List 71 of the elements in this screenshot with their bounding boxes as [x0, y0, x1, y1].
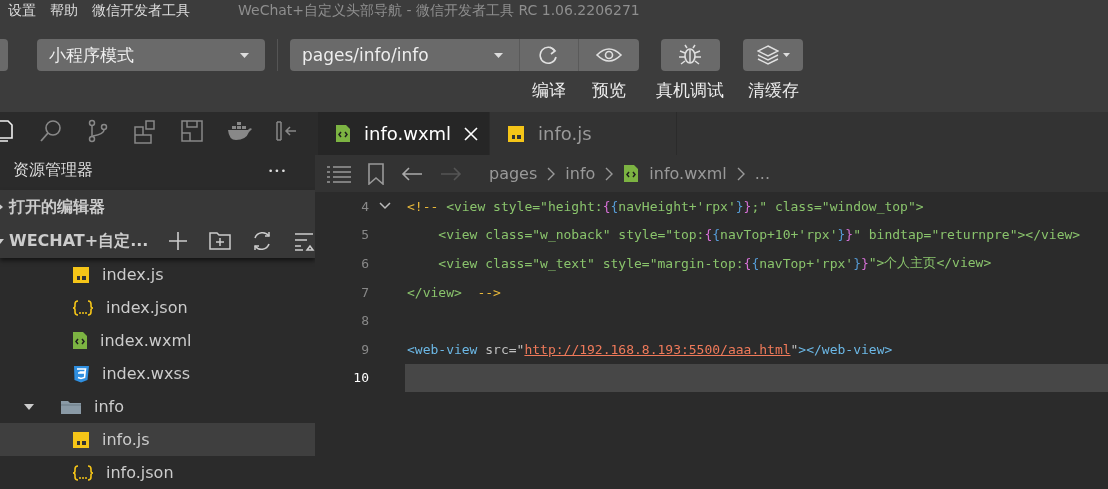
json-file-icon — [72, 463, 94, 482]
code-file-icon — [72, 331, 88, 350]
section-header[interactable]: WECHAT+自定... — [0, 224, 315, 258]
caret-icon — [240, 52, 249, 58]
js-file-icon — [507, 124, 525, 143]
plus-icon[interactable] — [167, 230, 190, 252]
caret-icon[interactable] — [24, 402, 34, 411]
line-number: 4 — [360, 198, 369, 214]
tree-item[interactable]: index.json — [0, 291, 315, 324]
tree-item[interactable]: info.js — [0, 423, 315, 456]
bookmark-icon[interactable] — [368, 162, 384, 185]
breadcrumb-item[interactable]: pages — [489, 164, 538, 183]
toolbar-button[interactable] — [743, 39, 803, 71]
chevron-icon — [736, 166, 745, 181]
toolbar-label: 预览 — [591, 79, 626, 102]
chevron-icon — [547, 166, 556, 181]
tree-item[interactable]: info — [0, 390, 315, 423]
new-folder-icon[interactable] — [209, 230, 232, 252]
line-number: 7 — [360, 284, 369, 300]
line-number: 9 — [360, 341, 369, 357]
code-line: <view class="w_text" style="margin-top:{{navTop+'rpx'}}">个人主页</view> — [437, 254, 993, 273]
code-file-icon — [335, 124, 351, 143]
back-arrow-icon[interactable] — [401, 165, 423, 182]
line-number: 10 — [352, 370, 369, 386]
bug-icon — [678, 44, 702, 66]
js-file-icon — [72, 430, 90, 449]
refresh-icon — [538, 45, 560, 65]
code-line: </view> --> — [406, 283, 502, 302]
line-number: 6 — [360, 256, 369, 271]
caret-icon — [494, 52, 503, 58]
menu-item[interactable]: 帮助 — [50, 2, 78, 20]
line-number: 8 — [360, 313, 369, 329]
section-header[interactable]: 打开的编辑器 — [0, 190, 315, 224]
chevron-down-icon[interactable] — [379, 202, 391, 211]
js-file-icon — [72, 265, 90, 284]
code-line: <view class="w_noback" style="top:{{navTop+10+'rpx'}}" bindtap="returnpre"></view> — [437, 226, 1082, 245]
code-line: <!-- <view style="height:{{navHeight+'rpx'}};" class="window_top"> — [406, 197, 925, 216]
layout-icon[interactable] — [180, 118, 206, 145]
tree-item[interactable]: index.js — [0, 258, 315, 291]
toolbar-button[interactable] — [578, 39, 639, 71]
toolbar-button[interactable] — [519, 39, 578, 71]
toolbar-button[interactable] — [660, 39, 720, 71]
toolbar-label: 真机调试 — [656, 79, 724, 102]
toolbar-label: 清缓存 — [747, 79, 799, 102]
code-file-icon — [623, 164, 640, 183]
eye-icon — [596, 45, 622, 65]
breadcrumb-item[interactable]: ... — [754, 164, 770, 183]
close-icon[interactable] — [464, 126, 479, 141]
line-number: 5 — [360, 227, 369, 243]
window-title: WeChat+自定义头部导航 - 微信开发者工具 RC 1.06.2206271 — [238, 2, 640, 20]
tree-item[interactable]: index.wxss — [0, 357, 315, 390]
code-line: <web-view src="http://192.168.8.193:5500/aaa.html"></web-view> — [406, 340, 894, 359]
collapse-all-icon[interactable] — [293, 230, 315, 252]
menu-item[interactable]: 微信开发者工具 — [92, 2, 190, 20]
caret-icon — [782, 53, 790, 57]
breadcrumb-item[interactable]: info — [565, 164, 596, 183]
mode-dropdown[interactable]: 小程序模式 — [37, 39, 265, 71]
toolbar-label: 编译 — [531, 79, 566, 102]
page-dropdown[interactable]: pages/info/info — [290, 39, 519, 71]
breadcrumb-item[interactable]: info.wxml — [649, 164, 727, 183]
chevron-icon — [605, 166, 614, 181]
tree-item[interactable]: info.json — [0, 456, 315, 489]
tree-item[interactable]: index.wxml — [0, 324, 315, 357]
outline-icon[interactable] — [327, 164, 351, 183]
menu-item[interactable]: 设置 — [8, 2, 36, 20]
more-button[interactable]: ••• — [268, 165, 287, 176]
sidebar-title: 资源管理器 — [13, 160, 93, 181]
css-file-icon — [72, 364, 90, 383]
editor-tab[interactable]: info.wxml — [318, 112, 490, 155]
layers-icon — [756, 44, 779, 66]
json-file-icon — [72, 298, 94, 317]
